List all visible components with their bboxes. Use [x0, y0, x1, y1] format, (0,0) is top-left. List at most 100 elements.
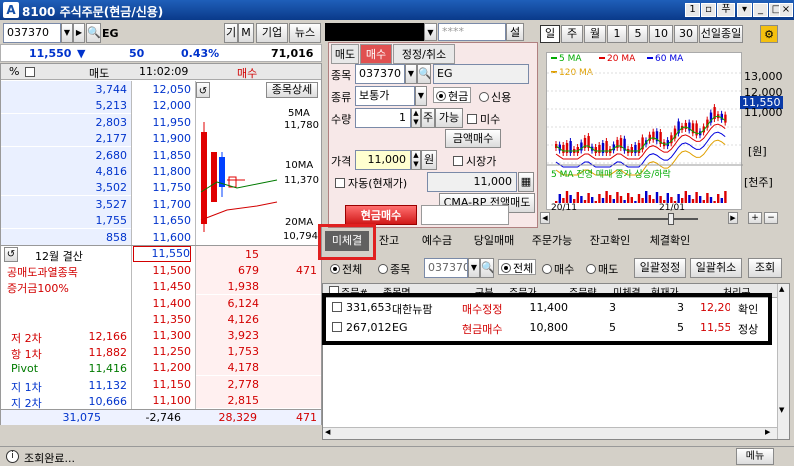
calendar-icon[interactable]: ▦	[518, 172, 534, 192]
table-row[interactable]: 331,653대한뉴팜 매수정정 11,400 3 3 12,200 확인	[326, 299, 768, 317]
bid-price[interactable]: 11,550	[133, 246, 191, 262]
account-dropdown-icon[interactable]: ▼	[424, 23, 437, 41]
tab-fill-check[interactable]: 체결확인	[640, 231, 700, 251]
tab-balance-check[interactable]: 잔고확인	[582, 231, 638, 251]
bid-price[interactable]: 11,400	[133, 297, 192, 310]
tab-today-trade[interactable]: 당일매매	[466, 231, 522, 251]
menu-button[interactable]: 메뉴	[736, 448, 774, 465]
refresh-icon[interactable]: ↺	[196, 82, 210, 98]
next-arrow-icon[interactable]: ▶	[73, 23, 85, 43]
f2-sell-radio[interactable]: 매도	[586, 261, 618, 277]
chart-scrollbar[interactable]: ◀ ▶ + −	[538, 212, 778, 226]
password-input[interactable]: ****	[438, 23, 506, 41]
filter-stock-radio[interactable]: 종목	[378, 261, 410, 277]
period-tab[interactable]: 일	[540, 25, 560, 43]
hscroll-right-icon[interactable]: ▶	[765, 428, 770, 436]
type-dropdown-icon[interactable]: ▼	[415, 86, 427, 106]
bid-price[interactable]: 11,150	[133, 378, 192, 391]
available-button[interactable]: 가능	[435, 108, 463, 128]
ask-price[interactable]: 11,900	[133, 132, 192, 145]
ask-price[interactable]: 11,950	[133, 116, 192, 129]
settings-button[interactable]: 설	[506, 23, 524, 41]
filter-search-icon[interactable]: 🔍	[480, 258, 494, 278]
grid-hscrollbar[interactable]: ◀ ▶	[323, 427, 777, 439]
ask-price[interactable]: 11,700	[133, 198, 192, 211]
window-number-icon[interactable]: 1	[685, 3, 700, 17]
bid-price[interactable]: 11,350	[133, 313, 192, 326]
grid-scrollbar[interactable]: ▲ ▼	[777, 284, 789, 439]
price-stepper-icon[interactable]: ▲ ▼	[411, 150, 421, 170]
scroll-down-icon[interactable]: ▼	[779, 406, 784, 414]
bid-price[interactable]: 11,250	[133, 345, 192, 358]
f2-all-radio[interactable]: 전체	[498, 259, 537, 275]
tab-modify-cancel[interactable]: 정정/취소	[393, 44, 455, 64]
hscroll-left-icon[interactable]: ◀	[325, 428, 330, 436]
period-tab[interactable]: 30	[674, 25, 698, 43]
filter-dropdown-icon[interactable]: ▼	[468, 258, 480, 278]
ask-price[interactable]: 11,750	[133, 181, 192, 194]
order-code-input[interactable]: 037370	[355, 64, 405, 84]
zoom-out-icon[interactable]: −	[764, 212, 778, 224]
pin-icon[interactable]: 푸	[717, 3, 735, 17]
gear-icon[interactable]: ⚙	[760, 25, 778, 43]
m-button[interactable]: M	[238, 23, 254, 43]
qty-input[interactable]: 1	[355, 108, 411, 128]
amount-buy-button[interactable]: 금액매수	[445, 129, 501, 148]
period-tab[interactable]: 주	[561, 25, 583, 43]
f2-buy-radio[interactable]: 매수	[542, 261, 574, 277]
radio-credit[interactable]: 신용	[479, 89, 511, 105]
row-checkbox[interactable]	[332, 322, 342, 332]
filter-code-input[interactable]: 037370	[424, 258, 468, 278]
close-icon[interactable]: ×	[779, 3, 793, 17]
period-tab[interactable]: 10	[649, 25, 673, 43]
period-tab[interactable]: 5	[628, 25, 648, 43]
bid-price[interactable]: 11,100	[133, 394, 192, 407]
bulk-modify-button[interactable]: 일괄정정	[634, 258, 686, 278]
period-tab[interactable]: 월	[584, 25, 606, 43]
tab-buy[interactable]: 매수	[360, 44, 392, 64]
news-button[interactable]: 뉴스	[289, 23, 321, 43]
won-button[interactable]: 원	[421, 150, 437, 170]
search-icon[interactable]: 🔍	[86, 23, 101, 43]
tab-sell[interactable]: 매도	[331, 44, 359, 64]
price-input[interactable]: 11,000	[355, 150, 411, 170]
bid-price[interactable]: 11,450	[133, 280, 192, 293]
period-tab[interactable]: 선일종일	[699, 25, 743, 43]
pct-checkbox[interactable]	[25, 67, 35, 77]
row-checkbox[interactable]	[332, 302, 342, 312]
tab-balance[interactable]: 잔고	[372, 231, 406, 251]
tab-order-available[interactable]: 주문가능	[524, 231, 580, 251]
market-price-checkbox[interactable]: 시장가	[453, 153, 496, 169]
radio-cash[interactable]: 현금	[433, 87, 472, 103]
ask-price[interactable]: 12,000	[133, 99, 192, 112]
period-tab[interactable]: 1	[607, 25, 627, 43]
scroll-left-icon[interactable]: ◀	[540, 212, 550, 224]
bulk-cancel-button[interactable]: 일괄취소	[690, 258, 742, 278]
scroll-thumb[interactable]	[668, 213, 674, 225]
menu-down-icon[interactable]: ▾	[737, 3, 752, 17]
cash-buy-submit-button[interactable]: 현금매수	[345, 205, 417, 225]
tab-deposit[interactable]: 예수금	[412, 231, 462, 251]
bid-price[interactable]: 11,200	[133, 361, 192, 374]
bid-price[interactable]: 11,300	[133, 329, 192, 342]
copy-icon[interactable]: ▫	[701, 3, 716, 17]
unit-ju-button[interactable]: 주	[421, 108, 435, 128]
undecided-checkbox[interactable]: 미수	[467, 111, 500, 127]
ask-price[interactable]: 11,850	[133, 149, 192, 162]
stock-code-input[interactable]: 037370	[3, 23, 61, 43]
gi-button[interactable]: 기	[224, 23, 238, 43]
auto-price-checkbox[interactable]: 자동(현재가)	[335, 175, 407, 191]
bid-price[interactable]: 11,500	[133, 264, 192, 277]
code-dropdown-icon[interactable]: ▼	[61, 23, 73, 43]
ask-price[interactable]: 11,650	[133, 214, 192, 227]
ask-price[interactable]: 11,600	[133, 231, 192, 244]
order-code-dropdown-icon[interactable]: ▼	[405, 64, 417, 84]
filter-all-radio[interactable]: 전체	[330, 261, 362, 277]
qty-stepper-icon[interactable]: ▲ ▼	[411, 108, 421, 128]
order-type-select[interactable]: 보통가	[355, 86, 415, 106]
company-button[interactable]: 기업	[256, 23, 288, 43]
zoom-in-icon[interactable]: +	[748, 212, 762, 224]
query-button[interactable]: 조회	[748, 258, 782, 278]
table-row[interactable]: 267,012EG 현금매수 10,800 5 5 11,550 정상	[326, 319, 768, 337]
ask-price[interactable]: 11,800	[133, 165, 192, 178]
